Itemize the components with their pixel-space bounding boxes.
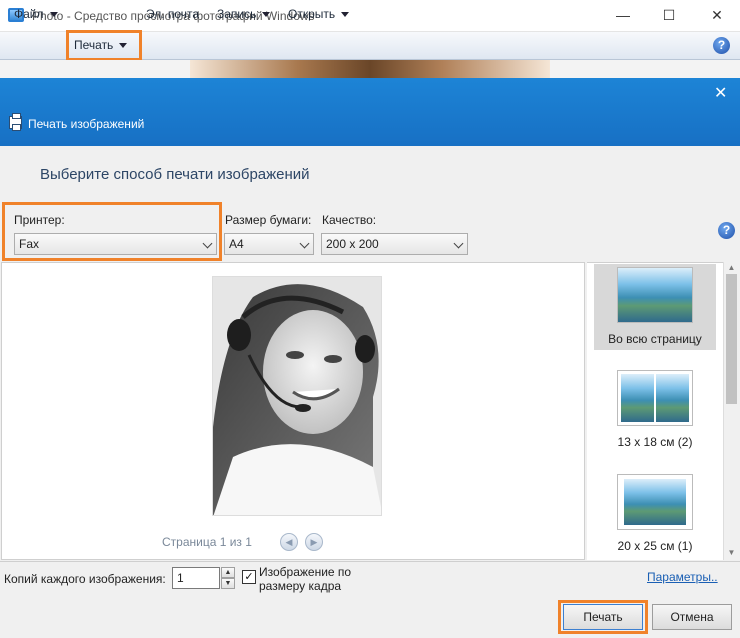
menu-print[interactable]: Печать — [66, 30, 142, 61]
copies-increment-button[interactable]: ▲ — [221, 567, 235, 578]
print-button[interactable]: Печать — [563, 604, 643, 630]
menu-open-label: Открыть — [288, 7, 336, 21]
chevron-down-icon — [49, 12, 58, 18]
menu-open[interactable]: Открыть — [284, 4, 353, 24]
next-page-button[interactable]: ▶ — [305, 533, 323, 551]
copies-input[interactable]: 1 — [172, 567, 220, 589]
minimize-button[interactable]: — — [600, 0, 646, 30]
dialog-close-icon[interactable]: ✕ — [714, 83, 727, 103]
quality-value: 200 x 200 — [326, 237, 379, 251]
menu-burn-label: Запись — [217, 7, 257, 21]
quality-select[interactable]: 200 x 200 — [321, 233, 468, 255]
chevron-down-icon — [299, 238, 310, 249]
background-photo — [190, 60, 550, 78]
options-link[interactable]: Параметры.. — [647, 570, 718, 584]
quality-label: Качество: — [322, 213, 377, 227]
print-dialog-header — [0, 78, 740, 146]
layout-13x18[interactable]: 13 x 18 см (2) — [594, 370, 716, 450]
layout-label: Во всю страницу — [608, 332, 702, 346]
previous-page-button[interactable]: ◀ — [280, 533, 298, 551]
dialog-title: Печать изображений — [28, 117, 145, 131]
fit-to-frame-label: Изображение по размеру кадра — [259, 565, 352, 593]
layout-thumbnail — [617, 370, 693, 426]
printer-label: Принтер: — [14, 213, 65, 227]
page-indicator: Страница 1 из 1 — [162, 535, 252, 549]
paper-size-value: A4 — [229, 237, 244, 251]
fit-to-frame-checkbox[interactable]: ✓ — [242, 570, 256, 584]
cancel-button[interactable]: Отмена — [652, 604, 732, 630]
layout-20x25[interactable]: 20 x 25 см (1) — [594, 474, 716, 556]
paper-size-select[interactable]: A4 — [224, 233, 314, 255]
layout-full-page[interactable]: Во всю страницу — [594, 264, 716, 350]
layout-thumbnail — [617, 474, 693, 530]
menu-file-label: Файл — [14, 7, 44, 21]
menu-burn[interactable]: Запись — [213, 4, 274, 24]
maximize-button[interactable]: ☐ — [646, 0, 692, 30]
scroll-up-icon[interactable]: ▲ — [726, 263, 737, 273]
layout-label: 13 x 18 см (2) — [617, 435, 693, 449]
layout-label: 20 x 25 см (1) — [617, 539, 693, 553]
woman-headset-photo — [213, 277, 381, 515]
menu-file[interactable]: Файл — [10, 4, 62, 24]
dialog-heading: Выберите способ печати изображений — [40, 166, 310, 183]
menu-print-label: Печать — [74, 38, 114, 52]
close-window-button[interactable]: ✕ — [694, 0, 740, 30]
printer-select[interactable]: Fax — [14, 233, 217, 255]
menu-email[interactable]: Эл. почта — [142, 4, 203, 24]
paper-size-label: Размер бумаги: — [225, 213, 312, 227]
chevron-down-icon — [341, 12, 350, 18]
copies-decrement-button[interactable]: ▼ — [221, 578, 235, 589]
chevron-down-icon — [202, 238, 213, 249]
printer-value: Fax — [19, 237, 40, 251]
chevron-down-icon — [453, 238, 464, 249]
copies-label: Копий каждого изображения: — [4, 572, 166, 586]
chevron-down-icon — [119, 43, 128, 49]
layout-thumbnail — [617, 267, 693, 323]
help-icon[interactable]: ? — [718, 222, 735, 239]
chevron-down-icon — [262, 12, 271, 18]
scrollbar-thumb[interactable] — [726, 274, 737, 404]
preview-photo — [212, 276, 382, 516]
menu-email-label: Эл. почта — [146, 7, 200, 21]
printer-icon — [9, 113, 22, 131]
scroll-down-icon[interactable]: ▼ — [726, 548, 737, 558]
help-icon[interactable]: ? — [713, 37, 730, 54]
divider — [0, 561, 740, 562]
